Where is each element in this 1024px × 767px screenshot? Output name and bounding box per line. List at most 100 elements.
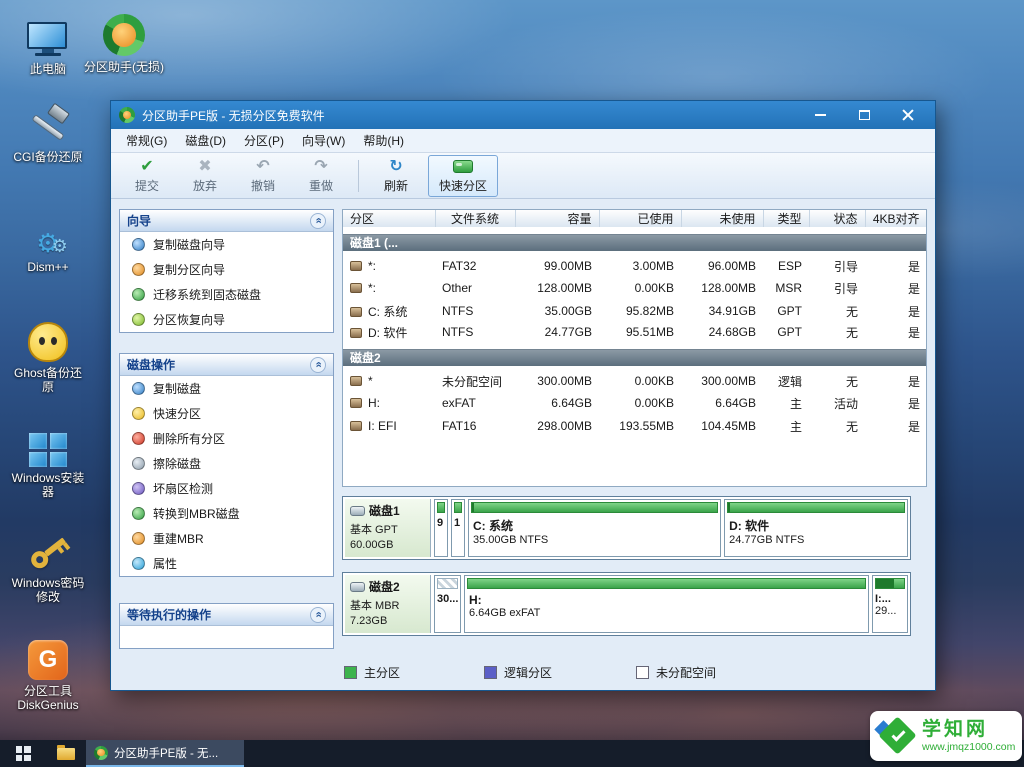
disk1-group-row[interactable]: 磁盘1 (... [343,231,927,254]
disk-icon [350,506,365,516]
partition-block-unallocated[interactable]: 30... [434,575,461,633]
col-header-4kalign[interactable]: 4KB对齐 [865,210,927,231]
partition-block-d[interactable]: D: 软件 24.77GB NTFS [724,499,908,557]
col-header-used[interactable]: 已使用 [599,210,681,231]
gears-icon: ⚙⚙ [36,210,59,256]
partition-block-i[interactable]: I:... 29... [872,575,908,633]
col-header-unused[interactable]: 未使用 [681,210,763,231]
desktop-icon-windows-password[interactable]: Windows密码修改 [8,526,88,604]
menu-partition[interactable]: 分区(P) [235,129,293,152]
partition-row-i[interactable]: I: EFI FAT16 298.00MB 193.55MB 104.45MB … [343,415,927,438]
close-button[interactable] [895,106,921,124]
sidebar-item-copy-disk-wizard[interactable]: 复制磁盘向导 [120,232,333,257]
sidebar-item-wipe-disk[interactable]: 擦除磁盘 [120,451,333,476]
minimize-button[interactable] [807,106,833,124]
copy-partition-wizard-icon [132,263,145,276]
desktop-icon-this-pc[interactable]: 此电脑 [8,12,88,76]
partition-block-label: C: 系统 [473,517,716,534]
menu-general[interactable]: 常规(G) [117,129,176,152]
panel-title: 向导 [127,212,151,229]
desktop-icon-cgi-backup[interactable]: CGI备份还原 [8,100,88,164]
primary-partition-bar [471,502,718,513]
disk-bus: 基本 GPT [350,521,425,537]
sidebar-item-rebuild-mbr[interactable]: 重建MBR [120,526,333,551]
panel-disk-operations: 磁盘操作 复制磁盘 快速分区 删除所有分区 [119,353,334,577]
cell-type: 主 [763,392,809,415]
sidebar-item-properties[interactable]: 属性 [120,551,333,576]
redo-button[interactable]: 重做 [295,155,347,197]
menu-help[interactable]: 帮助(H) [354,129,413,152]
partition-row-esp[interactable]: *: FAT32 99.00MB 3.00MB 96.00MB ESP 引导 是 [343,254,927,277]
menu-wizard[interactable]: 向导(W) [293,129,354,152]
panel-disk-operations-header[interactable]: 磁盘操作 [120,354,333,376]
partition-row-c[interactable]: C: 系统 NTFS 35.00GB 95.82MB 34.91GB GPT 无… [343,300,927,323]
sidebar-item-delete-all-partitions[interactable]: 删除所有分区 [120,426,333,451]
partition-icon [350,307,362,317]
window-title: 分区助手PE版 - 无损分区免费软件 [142,107,325,124]
partition-row-h[interactable]: H: exFAT 6.64GB 0.00KB 6.64GB 主 活动 是 [343,392,927,415]
disk1-row: 磁盘1 基本 GPT 60.00GB 9 1 [342,496,911,560]
sidebar-item-copy-partition-wizard[interactable]: 复制分区向导 [120,257,333,282]
desktop-icon-partition-assistant[interactable]: 分区助手(无损) [84,10,164,74]
col-header-capacity[interactable]: 容量 [515,210,599,231]
col-header-filesystem[interactable]: 文件系统 [435,210,515,231]
refresh-button[interactable]: 刷新 [370,155,422,197]
key-icon [25,526,71,572]
sidebar-item-partition-recovery-wizard[interactable]: 分区恢复向导 [120,307,333,332]
collapse-icon[interactable] [310,357,326,373]
disk2-group-row[interactable]: 磁盘2 [343,346,927,369]
partition-row-msr[interactable]: *: Other 128.00MB 0.00KB 128.00MB MSR 引导… [343,277,927,300]
partition-block-c[interactable]: C: 系统 35.00GB NTFS [468,499,721,557]
collapse-icon[interactable] [310,607,326,623]
cell-status: 活动 [809,392,865,415]
sidebar-item-quick-partition[interactable]: 快速分区 [120,401,333,426]
menu-disk[interactable]: 磁盘(D) [176,129,235,152]
col-header-type[interactable]: 类型 [763,210,809,231]
desktop-icon-ghost-backup[interactable]: Ghost备份还原 [8,316,88,394]
menu-bar: 常规(G) 磁盘(D) 分区(P) 向导(W) 帮助(H) [111,129,935,153]
discard-icon [198,158,211,176]
partition-table: 分区 文件系统 容量 已使用 未使用 类型 状态 4KB对齐 [343,210,927,438]
discard-button[interactable]: 放弃 [179,155,231,197]
cell-type: GPT [763,323,809,346]
sidebar-item-label: 复制磁盘向导 [153,236,225,253]
disk2-label[interactable]: 磁盘2 基本 MBR 7.23GB [345,575,431,633]
primary-partition-bar [437,502,445,513]
panel-pending-operations-header[interactable]: 等待执行的操作 [120,604,333,626]
start-button[interactable] [0,740,46,767]
quick-partition-button[interactable]: 快速分区 [428,155,498,197]
sidebar-item-migrate-os-ssd[interactable]: 迁移系统到固态磁盘 [120,282,333,307]
disk1-label[interactable]: 磁盘1 基本 GPT 60.00GB [345,499,431,557]
desktop-icon-windows-installer[interactable]: Windows安装器 [8,421,88,499]
cell-partition: D: 软件 [368,326,407,340]
maximize-button[interactable] [851,106,877,124]
cell-partition: I: EFI [368,419,397,433]
commit-button[interactable]: 提交 [121,155,173,197]
partition-block-esp[interactable]: 9 [434,499,448,557]
partition-block-h[interactable]: H: 6.64GB exFAT [464,575,869,633]
cell-4kalign: 是 [865,254,927,277]
sidebar-item-copy-disk[interactable]: 复制磁盘 [120,376,333,401]
partition-block-msr[interactable]: 1 [451,499,465,557]
cell-capacity: 24.77GB [515,323,599,346]
cell-partition: *: [368,259,376,273]
cell-partition: C: 系统 [368,305,407,319]
partition-row-d[interactable]: D: 软件 NTFS 24.77GB 95.51MB 24.68GB GPT 无… [343,323,927,346]
collapse-icon[interactable] [310,213,326,229]
undo-button[interactable]: 撤销 [237,155,289,197]
sidebar-item-convert-to-mbr[interactable]: 转换到MBR磁盘 [120,501,333,526]
partition-row-unallocated[interactable]: * 未分配空间 300.00MB 0.00KB 300.00MB 逻辑 无 是 [343,369,927,392]
sidebar-item-label: 复制分区向导 [153,261,225,278]
col-header-status[interactable]: 状态 [809,210,865,231]
sidebar-item-bad-sector-check[interactable]: 坏扇区检测 [120,476,333,501]
cell-4kalign: 是 [865,277,927,300]
file-explorer-button[interactable] [46,740,86,767]
desktop-icon-diskgenius[interactable]: 分区工具DiskGenius [8,634,88,712]
col-header-partition[interactable]: 分区 [343,210,435,231]
desktop-icon-dism[interactable]: ⚙⚙ Dism++ [8,210,88,274]
titlebar[interactable]: 分区助手PE版 - 无损分区免费软件 [111,101,935,129]
cell-partition: H: [368,396,380,410]
taskbar-app-button[interactable]: 分区助手PE版 - 无... [86,740,244,767]
panel-wizard-header[interactable]: 向导 [120,210,333,232]
table-header-row: 分区 文件系统 容量 已使用 未使用 类型 状态 4KB对齐 [343,210,927,231]
